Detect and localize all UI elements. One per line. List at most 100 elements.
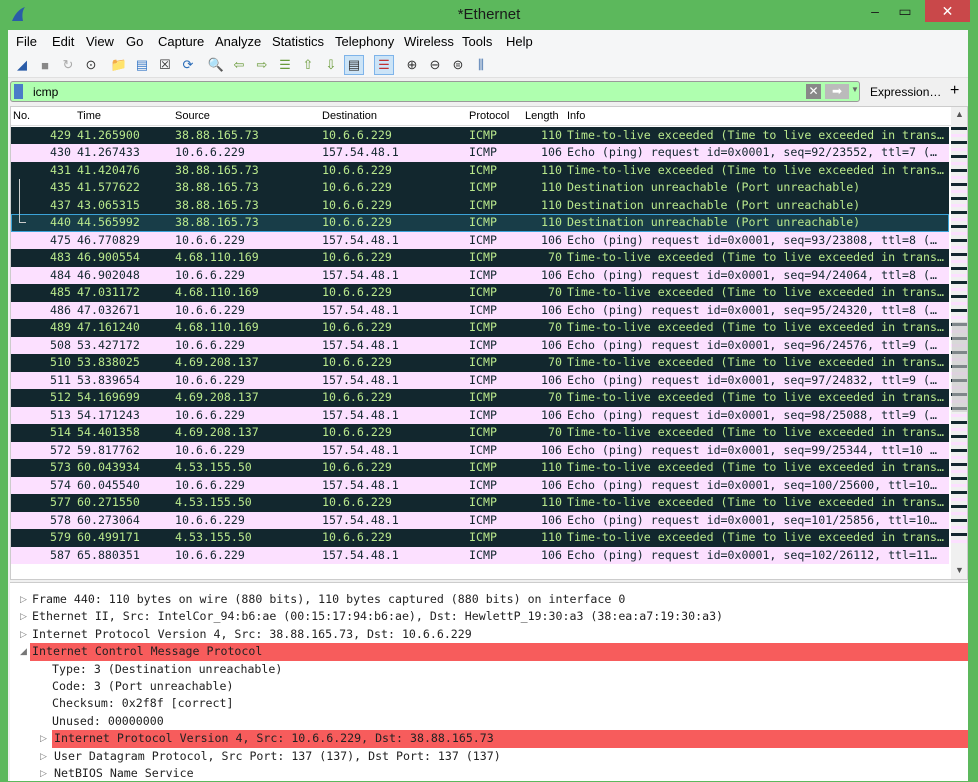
packet-row[interactable]: 513 54.171243 10.6.6.229 157.54.48.1 ICMP 106… bbox=[11, 406, 949, 425]
packet-list-scrollbar[interactable]: ▲ ▼ bbox=[951, 107, 967, 579]
bookmark-icon[interactable] bbox=[14, 84, 23, 99]
collapse-arrow-icon[interactable]: ◢ bbox=[20, 643, 27, 660]
packet-row[interactable]: 437 43.065315 38.88.165.73 10.6.6.229 ICMP 11… bbox=[11, 196, 949, 215]
expand-arrow-icon[interactable]: ▷ bbox=[20, 626, 27, 643]
normal-size-icon[interactable]: ⊜ bbox=[448, 55, 468, 75]
column-protocol[interactable]: Protocol bbox=[469, 110, 509, 122]
packet-row[interactable]: 430 41.267433 10.6.6.229 157.54.48.1 ICMP 106… bbox=[11, 144, 949, 162]
cell-no: 508 bbox=[50, 337, 71, 352]
packet-row[interactable]: 573 60.043934 4.53.155.50 10.6.6.229 ICMP 110… bbox=[11, 459, 949, 477]
packet-row[interactable]: 510 53.838025 4.69.208.137 10.6.6.229 ICMP 70… bbox=[11, 354, 949, 372]
expand-arrow-icon[interactable]: ▷ bbox=[40, 765, 47, 782]
column-destination[interactable]: Destination bbox=[322, 110, 377, 122]
expand-arrow-icon[interactable]: ▷ bbox=[20, 608, 27, 625]
back-arrow-icon[interactable]: ⇦ bbox=[229, 55, 249, 75]
column-info[interactable]: Info bbox=[567, 110, 585, 122]
packet-row[interactable]: 574 60.045540 10.6.6.229 157.54.48.1 ICMP 106… bbox=[11, 476, 949, 495]
filter-text[interactable]: icmp bbox=[33, 85, 58, 99]
colorize-icon[interactable]: ☰ bbox=[374, 55, 394, 75]
detail-tree-item[interactable]: User Datagram Protocol, Src Port: 137 (1… bbox=[52, 748, 968, 765]
scrollbar-thumb[interactable] bbox=[952, 322, 967, 412]
column-time[interactable]: Time bbox=[77, 110, 101, 122]
resize-columns-icon[interactable]: ⫼ bbox=[471, 55, 491, 75]
add-filter-button[interactable]: + bbox=[950, 82, 959, 100]
clear-filter-icon[interactable]: ✕ bbox=[806, 84, 821, 99]
detail-tree-item[interactable]: NetBIOS Name Service bbox=[52, 765, 968, 782]
go-to-packet-icon[interactable]: ☰ bbox=[275, 55, 295, 75]
packet-row[interactable]: 514 54.401358 4.69.208.137 10.6.6.229 ICMP 70… bbox=[11, 424, 949, 442]
menu-analyze[interactable]: Analyze bbox=[215, 34, 261, 49]
menu-view[interactable]: View bbox=[86, 34, 114, 49]
packet-row[interactable]: 475 46.770829 10.6.6.229 157.54.48.1 ICMP 106… bbox=[11, 231, 949, 250]
zoom-in-icon[interactable]: ⊕ bbox=[402, 55, 422, 75]
expand-arrow-icon[interactable]: ▷ bbox=[20, 591, 27, 608]
cell-source: 4.53.155.50 bbox=[175, 530, 252, 545]
column-no[interactable]: No. bbox=[13, 110, 30, 122]
open-folder-icon[interactable]: 📁 bbox=[109, 55, 129, 75]
expand-arrow-icon[interactable]: ▷ bbox=[40, 748, 47, 765]
packet-row[interactable]: 577 60.271550 4.53.155.50 10.6.6.229 ICMP 110… bbox=[11, 494, 949, 512]
expand-arrow-icon[interactable]: ▷ bbox=[40, 730, 47, 747]
detail-tree-item[interactable]: Type: 3 (Destination unreachable) bbox=[52, 661, 968, 678]
column-source[interactable]: Source bbox=[175, 110, 210, 122]
shark-fin-start-icon[interactable]: ◢ bbox=[12, 55, 32, 75]
packet-row[interactable]: 435 41.577622 38.88.165.73 10.6.6.229 ICMP 11… bbox=[11, 179, 949, 197]
detail-tree-item[interactable]: Internet Protocol Version 4, Src: 38.88.… bbox=[30, 626, 968, 643]
expression-button[interactable]: Expression… bbox=[870, 85, 941, 99]
maximize-button[interactable]: ▭ bbox=[888, 0, 922, 22]
restart-icon[interactable]: ↻ bbox=[58, 55, 78, 75]
close-file-icon[interactable]: ☒ bbox=[155, 55, 175, 75]
menu-file[interactable]: File bbox=[16, 34, 37, 49]
column-length[interactable]: Length bbox=[525, 110, 559, 122]
apply-filter-icon[interactable]: ➡ bbox=[825, 84, 849, 99]
cell-length: 106 bbox=[541, 547, 562, 562]
forward-arrow-icon[interactable]: ⇨ bbox=[252, 55, 272, 75]
scroll-up-icon[interactable]: ▲ bbox=[955, 109, 964, 119]
packet-row[interactable]: 508 53.427172 10.6.6.229 157.54.48.1 ICMP 106… bbox=[11, 336, 949, 355]
packet-row[interactable]: 578 60.273064 10.6.6.229 157.54.48.1 ICMP 106… bbox=[11, 511, 949, 530]
detail-tree-item[interactable]: Unused: 00000000 bbox=[52, 713, 968, 730]
detail-tree-item[interactable]: Checksum: 0x2f8f [correct] bbox=[52, 695, 968, 712]
menu-statistics[interactable]: Statistics bbox=[272, 34, 324, 49]
detail-tree-item[interactable]: Internet Protocol Version 4, Src: 10.6.6… bbox=[52, 730, 968, 748]
packet-row[interactable]: 579 60.499171 4.53.155.50 10.6.6.229 ICMP 110… bbox=[11, 529, 949, 547]
menu-capture[interactable]: Capture bbox=[158, 34, 204, 49]
zoom-out-icon[interactable]: ⊖ bbox=[425, 55, 445, 75]
packet-row[interactable]: 572 59.817762 10.6.6.229 157.54.48.1 ICMP 106… bbox=[11, 441, 949, 460]
packet-row[interactable]: 489 47.161240 4.68.110.169 10.6.6.229 ICMP 70… bbox=[11, 319, 949, 337]
menu-tools[interactable]: Tools bbox=[462, 34, 492, 49]
detail-tree-item[interactable]: Ethernet II, Src: IntelCor_94:b6:ae (00:… bbox=[30, 608, 968, 625]
stop-icon[interactable]: ■ bbox=[35, 55, 55, 75]
menu-wireless[interactable]: Wireless bbox=[404, 34, 454, 49]
cell-info: Destination unreachable (Port unreachabl… bbox=[567, 197, 861, 212]
minimize-button[interactable]: – bbox=[858, 0, 892, 22]
reload-icon[interactable]: ⟳ bbox=[178, 55, 198, 75]
menu-help[interactable]: Help bbox=[506, 34, 533, 49]
detail-tree-item[interactable]: Code: 3 (Port unreachable) bbox=[52, 678, 968, 695]
save-file-icon[interactable]: ▤ bbox=[132, 55, 152, 75]
close-button[interactable]: ✕ bbox=[925, 0, 970, 22]
find-icon[interactable]: 🔍 bbox=[206, 55, 226, 75]
filter-history-dropdown-icon[interactable]: ▼ bbox=[851, 85, 859, 94]
autoscroll-icon[interactable]: ▤ bbox=[344, 55, 364, 75]
menu-telephony[interactable]: Telephony bbox=[335, 34, 394, 49]
packet-row[interactable]: 483 46.900554 4.68.110.169 10.6.6.229 ICMP 70… bbox=[11, 249, 949, 267]
packet-row[interactable]: 429 41.265900 38.88.165.73 10.6.6.229 ICMP 11… bbox=[11, 127, 949, 145]
packet-row[interactable]: 587 65.880351 10.6.6.229 157.54.48.1 ICMP 106… bbox=[11, 546, 949, 564]
menu-edit[interactable]: Edit bbox=[52, 34, 74, 49]
detail-tree-item[interactable]: Internet Control Message Protocol bbox=[30, 643, 968, 661]
packet-row[interactable]: 511 53.839654 10.6.6.229 157.54.48.1 ICMP 106… bbox=[11, 371, 949, 390]
packet-row[interactable]: 485 47.031172 4.68.110.169 10.6.6.229 ICMP 70… bbox=[11, 284, 949, 302]
scroll-down-icon[interactable]: ▼ bbox=[955, 565, 964, 575]
menu-go[interactable]: Go bbox=[126, 34, 143, 49]
packet-row[interactable]: 440 44.565992 38.88.165.73 10.6.6.229 ICMP 11… bbox=[11, 214, 949, 232]
last-packet-icon[interactable]: ⇩ bbox=[321, 55, 341, 75]
options-gear-icon[interactable]: ⊙ bbox=[81, 55, 101, 75]
display-filter-input[interactable]: icmp ✕ ➡ ▼ bbox=[10, 81, 860, 102]
detail-tree-item[interactable]: Frame 440: 110 bytes on wire (880 bits),… bbox=[30, 591, 968, 608]
packet-row[interactable]: 484 46.902048 10.6.6.229 157.54.48.1 ICMP 106… bbox=[11, 266, 949, 285]
packet-row[interactable]: 431 41.420476 38.88.165.73 10.6.6.229 ICMP 11… bbox=[11, 161, 949, 180]
packet-row[interactable]: 486 47.032671 10.6.6.229 157.54.48.1 ICMP 106… bbox=[11, 301, 949, 320]
first-packet-icon[interactable]: ⇧ bbox=[298, 55, 318, 75]
packet-row[interactable]: 512 54.169699 4.69.208.137 10.6.6.229 ICMP 70… bbox=[11, 389, 949, 407]
